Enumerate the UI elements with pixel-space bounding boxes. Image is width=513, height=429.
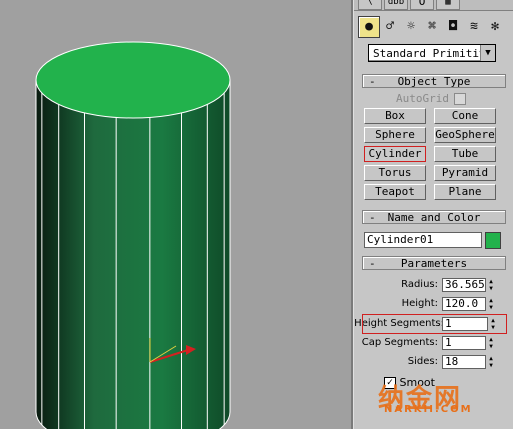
autogrid-label: AutoGrid bbox=[396, 92, 449, 105]
cylinder-body bbox=[35, 79, 231, 429]
cap-segments-input[interactable]: 1 bbox=[442, 336, 486, 350]
modify-tab[interactable]: dbb bbox=[384, 0, 408, 10]
category-dropdown-value: Standard Primitiv bbox=[373, 47, 486, 60]
radius-input[interactable]: 36.565 bbox=[442, 278, 486, 292]
sides-input[interactable]: 18 bbox=[442, 355, 486, 369]
cylinder-object[interactable] bbox=[0, 0, 351, 429]
radius-row: Radius: 36.565 ▲ ▼ bbox=[354, 278, 513, 294]
perspective-viewport[interactable] bbox=[0, 0, 353, 429]
autogrid-option: AutoGrid bbox=[396, 92, 496, 106]
watermark-url: NARKII.COM bbox=[384, 404, 473, 415]
height-label: Height: bbox=[401, 298, 438, 309]
cylinder-top-cap bbox=[35, 41, 231, 119]
cap-segments-label: Cap Segments: bbox=[361, 337, 438, 348]
chevron-down-icon[interactable]: ▼ bbox=[480, 45, 495, 61]
object-color-swatch[interactable] bbox=[485, 232, 501, 249]
name-and-color-rollout-header[interactable]: - Name and Color bbox=[362, 210, 506, 224]
height-row: Height: 120.0 ▲ ▼ bbox=[354, 297, 513, 313]
plane-button[interactable]: Plane bbox=[434, 184, 496, 200]
cameras-icon[interactable]: ⌘ bbox=[421, 16, 443, 38]
parameters-rollout-header[interactable]: - Parameters bbox=[362, 256, 506, 270]
sides-label: Sides: bbox=[407, 356, 438, 367]
autogrid-checkbox[interactable] bbox=[454, 93, 466, 105]
name-and-color-title: Name and Color bbox=[387, 211, 481, 224]
collapse-icon: - bbox=[369, 257, 376, 270]
height-segments-highlight bbox=[362, 314, 507, 334]
tube-button[interactable]: Tube bbox=[434, 146, 496, 162]
shapes-icon[interactable]: ♂ bbox=[379, 16, 401, 38]
radius-spinner[interactable]: ▲ ▼ bbox=[487, 278, 495, 292]
spacewarps-icon[interactable]: ≋ bbox=[463, 16, 485, 38]
box-button[interactable]: Box bbox=[364, 108, 426, 124]
teapot-button[interactable]: Teapot bbox=[364, 184, 426, 200]
height-input[interactable]: 120.0 bbox=[442, 297, 486, 311]
collapse-icon: - bbox=[369, 211, 376, 224]
pyramid-button[interactable]: Pyramid bbox=[434, 165, 496, 181]
object-type-rollout-header[interactable]: - Object Type bbox=[362, 74, 506, 88]
cylinder-button[interactable]: Cylinder bbox=[364, 146, 426, 162]
geosphere-button[interactable]: GeoSphere bbox=[434, 127, 496, 143]
hierarchy-tab[interactable]: O bbox=[410, 0, 434, 10]
create-tab[interactable]: \ bbox=[358, 0, 382, 10]
torus-button[interactable]: Torus bbox=[364, 165, 426, 181]
cone-button[interactable]: Cone bbox=[434, 108, 496, 124]
object-type-title: Object Type bbox=[397, 75, 471, 88]
object-name-field[interactable]: Cylinder01 bbox=[364, 232, 482, 248]
motion-tab[interactable]: ▦ bbox=[436, 0, 460, 10]
sphere-button[interactable]: Sphere bbox=[364, 127, 426, 143]
command-panel: \ dbb O ▦ ● ♂ ☼ ⌘ ◘ ≋ ✻ Standard Primiti… bbox=[353, 0, 513, 429]
helpers-icon[interactable]: ◘ bbox=[442, 16, 464, 38]
collapse-icon: - bbox=[369, 75, 376, 88]
geometry-icon[interactable]: ● bbox=[358, 16, 380, 38]
systems-icon[interactable]: ✻ bbox=[484, 16, 506, 38]
parameters-title: Parameters bbox=[400, 257, 468, 270]
radius-label: Radius: bbox=[401, 279, 438, 290]
sides-spinner[interactable]: ▲ ▼ bbox=[487, 355, 495, 369]
cap-segments-row: Cap Segments: 1 ▲ ▼ bbox=[354, 336, 513, 352]
height-spinner[interactable]: ▲ ▼ bbox=[487, 297, 495, 311]
category-dropdown[interactable]: Standard Primitiv ▼ bbox=[368, 44, 496, 62]
create-category-icons: ● ♂ ☼ ⌘ ◘ ≋ ✻ bbox=[358, 16, 508, 38]
cap-segments-spinner[interactable]: ▲ ▼ bbox=[487, 336, 495, 350]
sides-row: Sides: 18 ▲ ▼ bbox=[354, 355, 513, 371]
lights-icon[interactable]: ☼ bbox=[400, 16, 422, 38]
command-panel-tabs: \ dbb O ▦ bbox=[354, 0, 513, 11]
